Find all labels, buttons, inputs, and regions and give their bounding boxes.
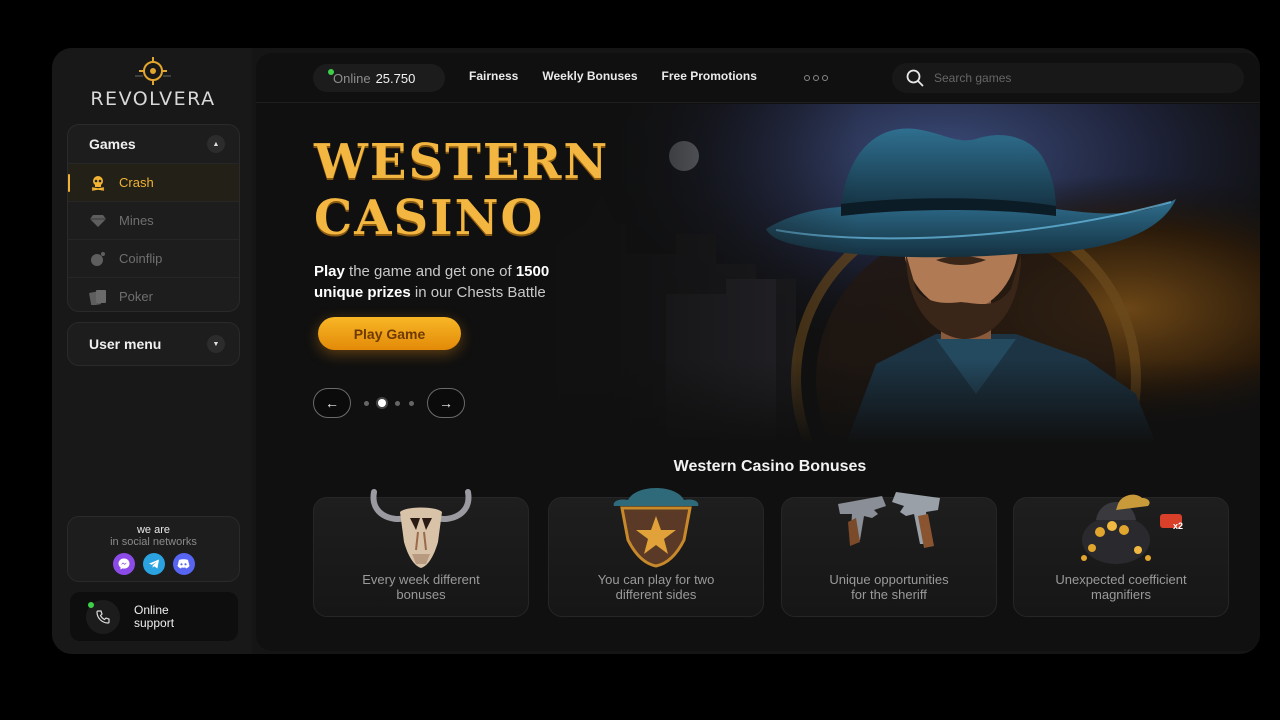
main-content: Online 25.750 Fairness Weekly Bonuses Fr… (256, 53, 1260, 651)
user-menu-label: User menu (89, 336, 162, 352)
user-menu[interactable]: User menu ▼ (67, 322, 240, 366)
logo[interactable]: REVOLVERA (80, 56, 226, 116)
hero-banner: WESTERN CASINO Play the game and get one… (256, 104, 1260, 444)
more-menu-icon[interactable] (804, 75, 828, 81)
user-menu-header[interactable]: User menu ▼ (68, 323, 239, 365)
bonus-card-line1: You can play for two (597, 572, 715, 587)
bonus-card[interactable]: x2 Unexpected coefficient magnifiers (1013, 494, 1229, 617)
bull-skull-icon (370, 489, 472, 568)
bonus-card-line1: Unexpected coefficient (1055, 572, 1187, 587)
discord-icon[interactable] (172, 553, 195, 575)
nav-link-fairness[interactable]: Fairness (469, 69, 518, 83)
sidebar-item-coinflip[interactable]: Coinflip (68, 239, 239, 277)
play-game-button[interactable]: Play Game (318, 317, 461, 350)
arrow-right-icon: → (439, 395, 453, 411)
hero-title-line2: CASINO (314, 190, 545, 246)
online-count: 25.750 (375, 70, 416, 86)
sidebar-item-mines[interactable]: Mines (68, 201, 239, 239)
skull-icon (89, 174, 107, 192)
hero-title-line1: WESTERN (314, 134, 610, 190)
online-indicator (88, 601, 94, 608)
top-nav: Fairness Weekly Bonuses Free Promotions (469, 69, 781, 83)
online-label: Online (333, 70, 371, 86)
online-support-button[interactable]: Online support (70, 592, 238, 641)
search-input[interactable]: Search games (934, 71, 1011, 85)
carousel-dots (364, 399, 414, 407)
multiplier-badge: x2 (1172, 521, 1183, 531)
sidebar-item-crash[interactable]: Crash (68, 163, 239, 201)
search-icon (906, 69, 924, 87)
search-box[interactable]: Search games (892, 63, 1244, 93)
telegram-icon[interactable] (142, 553, 165, 575)
online-indicator (328, 69, 334, 75)
chevron-up-icon[interactable]: ▲ (207, 135, 225, 153)
bonus-card-line2: bonuses (396, 587, 446, 602)
carousel-dot-active[interactable] (378, 399, 386, 407)
revolvers-icon (838, 492, 940, 548)
bonus-card[interactable]: Every week different bonuses (313, 489, 529, 617)
crosshair-logo-icon (135, 57, 171, 85)
bonus-card-line2: different sides (615, 587, 697, 602)
bonus-card[interactable]: Unique opportunities for the sheriff (781, 492, 997, 617)
phone-icon (86, 599, 120, 634)
sidebar-item-label: Coinflip (119, 251, 163, 266)
social-subtitle: in social networks (110, 536, 197, 548)
bonus-card-line2: magnifiers (1091, 587, 1151, 602)
carousel-next-button[interactable]: → (427, 388, 465, 418)
nav-link-free-promotions[interactable]: Free Promotions (662, 69, 757, 83)
chevron-down-icon[interactable]: ▼ (207, 335, 225, 353)
nav-link-weekly-bonuses[interactable]: Weekly Bonuses (542, 69, 637, 83)
arrow-left-icon: ← (325, 395, 339, 411)
hero-description: Play the game and get one of 1500 unique … (314, 263, 550, 301)
bonuses-title: Western Casino Bonuses (673, 458, 867, 475)
bonus-card-line2: for the sheriff (851, 587, 927, 602)
brand-name: REVOLVERA (90, 88, 216, 110)
sidebar-item-label: Mines (119, 213, 154, 228)
sidebar-item-poker[interactable]: Poker (68, 277, 239, 315)
app-frame: REVOLVERA Games ▲ Crash Mines Coinflip P… (52, 48, 1260, 654)
sidebar-item-label: Poker (119, 289, 153, 304)
games-menu-header[interactable]: Games ▲ (68, 125, 239, 163)
coin-icon (89, 250, 107, 268)
online-counter: Online 25.750 (313, 64, 445, 92)
sheriff-badge-icon (613, 488, 699, 568)
support-line2: support (134, 615, 175, 630)
bonus-card-line1: Unique opportunities (829, 572, 949, 587)
sidebar: REVOLVERA Games ▲ Crash Mines Coinflip P… (52, 48, 252, 654)
games-menu: Games ▲ Crash Mines Coinflip Poker (67, 124, 240, 312)
carousel-dot[interactable] (395, 400, 400, 406)
bonus-card-line1: Every week different (362, 572, 480, 587)
games-menu-label: Games (89, 136, 136, 152)
social-title: we are (136, 524, 171, 536)
diamond-icon (89, 212, 107, 230)
bonus-card[interactable]: You can play for two different sides (548, 488, 764, 617)
hero-title: WESTERN CASINO (314, 134, 609, 246)
carousel-dot[interactable] (409, 400, 414, 406)
carousel-dot[interactable] (364, 400, 369, 406)
sidebar-item-label: Crash (119, 175, 154, 190)
carousel-prev-button[interactable]: ← (313, 388, 351, 418)
support-line1: Online (134, 602, 169, 617)
cards-icon (89, 288, 107, 306)
top-bar: Online 25.750 Fairness Weekly Bonuses Fr… (256, 53, 1260, 103)
social-networks: we are in social networks (67, 516, 240, 582)
messenger-icon[interactable] (112, 553, 135, 575)
